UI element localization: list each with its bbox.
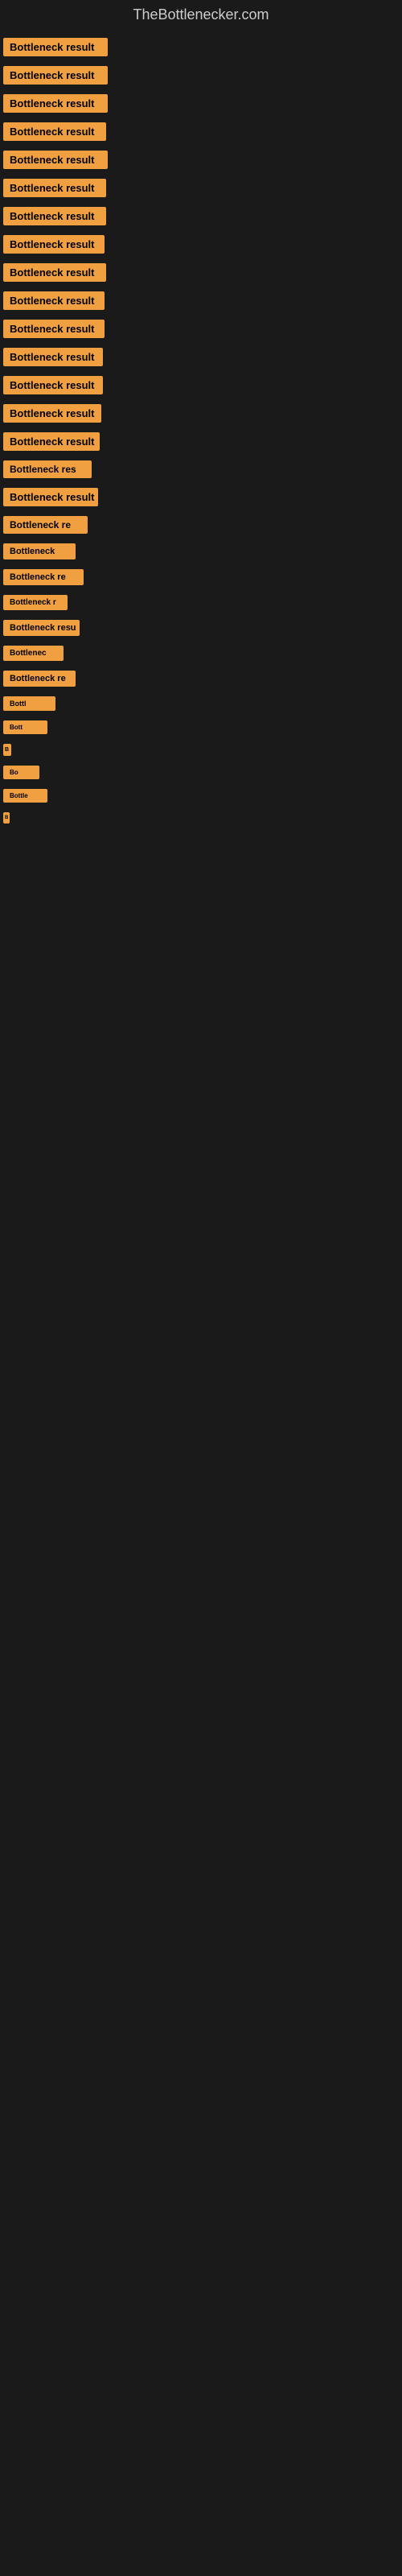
bottleneck-badge-26: B [3, 744, 11, 756]
bottleneck-item-5[interactable]: Bottleneck result [0, 174, 402, 202]
bottleneck-badge-19: Bottleneck re [3, 569, 84, 585]
bottleneck-item-7[interactable]: Bottleneck result [0, 230, 402, 258]
bottleneck-item-22[interactable]: Bottlenec [0, 641, 402, 666]
bottleneck-item-23[interactable]: Bottleneck re [0, 666, 402, 691]
bottleneck-item-24[interactable]: Bottl [0, 691, 402, 716]
bottleneck-item-20[interactable]: Bottleneck r [0, 590, 402, 615]
bottleneck-item-14[interactable]: Bottleneck result [0, 427, 402, 456]
bottleneck-badge-9: Bottleneck result [3, 291, 105, 310]
bottleneck-badge-3: Bottleneck result [3, 122, 106, 141]
bottleneck-item-10[interactable]: Bottleneck result [0, 315, 402, 343]
bottleneck-badge-5: Bottleneck result [3, 179, 106, 197]
site-title: TheBottlenecker.com [0, 0, 402, 30]
bottleneck-item-8[interactable]: Bottleneck result [0, 258, 402, 287]
bottleneck-badge-14: Bottleneck result [3, 432, 100, 451]
bottleneck-badge-10: Bottleneck result [3, 320, 105, 338]
bottleneck-item-29[interactable]: B [0, 807, 402, 828]
bottleneck-badge-15: Bottleneck res [3, 460, 92, 478]
bottleneck-item-21[interactable]: Bottleneck resu [0, 615, 402, 641]
bottleneck-badge-27: Bo [3, 766, 39, 779]
bottleneck-badge-25: Bott [3, 720, 47, 734]
bottleneck-badge-28: Bottle [3, 789, 47, 803]
bottleneck-item-25[interactable]: Bott [0, 716, 402, 739]
bottleneck-badge-1: Bottleneck result [3, 66, 108, 85]
bottleneck-badge-8: Bottleneck result [3, 263, 106, 282]
bottleneck-item-3[interactable]: Bottleneck result [0, 118, 402, 146]
bottleneck-badge-17: Bottleneck re [3, 516, 88, 534]
bottleneck-badge-4: Bottleneck result [3, 151, 108, 169]
bottleneck-badge-22: Bottlenec [3, 646, 64, 661]
bottleneck-item-15[interactable]: Bottleneck res [0, 456, 402, 483]
bottleneck-badge-21: Bottleneck resu [3, 620, 80, 636]
bottleneck-item-18[interactable]: Bottleneck [0, 539, 402, 564]
bottleneck-item-19[interactable]: Bottleneck re [0, 564, 402, 590]
bottleneck-badge-7: Bottleneck result [3, 235, 105, 254]
bottleneck-item-6[interactable]: Bottleneck result [0, 202, 402, 230]
bottleneck-item-9[interactable]: Bottleneck result [0, 287, 402, 315]
bottleneck-item-4[interactable]: Bottleneck result [0, 146, 402, 174]
bottleneck-items-container: Bottleneck result Bottleneck result Bottle… [0, 30, 402, 828]
bottleneck-badge-6: Bottleneck result [3, 207, 106, 225]
bottleneck-item-13[interactable]: Bottleneck result [0, 399, 402, 427]
bottleneck-item-26[interactable]: B [0, 739, 402, 761]
bottleneck-item-0[interactable]: Bottleneck result [0, 33, 402, 61]
bottleneck-item-2[interactable]: Bottleneck result [0, 89, 402, 118]
bottleneck-badge-18: Bottleneck [3, 543, 76, 559]
bottleneck-item-17[interactable]: Bottleneck re [0, 511, 402, 539]
bottleneck-item-12[interactable]: Bottleneck result [0, 371, 402, 399]
bottleneck-badge-29: B [3, 812, 10, 824]
bottleneck-item-16[interactable]: Bottleneck result [0, 483, 402, 511]
bottleneck-item-1[interactable]: Bottleneck result [0, 61, 402, 89]
bottleneck-badge-24: Bottl [3, 696, 55, 711]
bottleneck-badge-20: Bottleneck r [3, 595, 68, 610]
bottleneck-item-11[interactable]: Bottleneck result [0, 343, 402, 371]
bottleneck-item-28[interactable]: Bottle [0, 784, 402, 807]
bottleneck-badge-0: Bottleneck result [3, 38, 108, 56]
bottleneck-badge-13: Bottleneck result [3, 404, 101, 423]
bottleneck-badge-23: Bottleneck re [3, 671, 76, 687]
bottleneck-badge-16: Bottleneck result [3, 488, 98, 506]
bottleneck-badge-2: Bottleneck result [3, 94, 108, 113]
bottleneck-badge-12: Bottleneck result [3, 376, 103, 394]
bottleneck-badge-11: Bottleneck result [3, 348, 103, 366]
bottleneck-item-27[interactable]: Bo [0, 761, 402, 784]
